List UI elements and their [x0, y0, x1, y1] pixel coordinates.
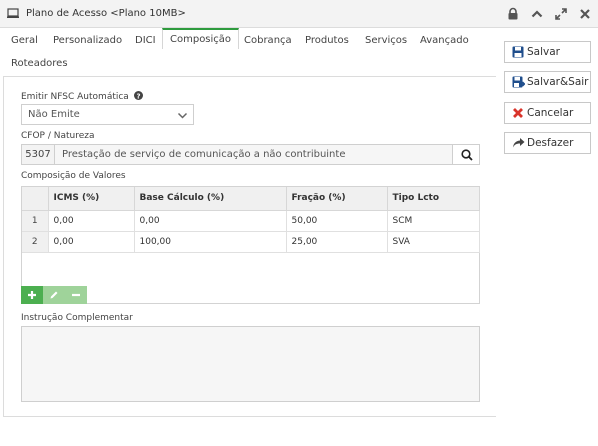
lock-icon[interactable] — [506, 7, 520, 21]
grid-header-fracao[interactable]: Fração (%) — [286, 187, 388, 211]
cell-icms[interactable]: 0,00 — [48, 210, 135, 232]
share-arrow-icon — [512, 137, 525, 152]
tab-produtos[interactable]: Produtos — [305, 30, 349, 51]
chevron-up-icon[interactable] — [530, 7, 544, 21]
tab-bar: Geral Personalizado DICI Composição Cobr… — [0, 28, 500, 76]
cancel-button[interactable]: Cancelar — [504, 102, 591, 124]
grid-header-rownum — [22, 187, 49, 211]
close-icon[interactable] — [578, 7, 592, 21]
nfsc-select-value: Não Emite — [28, 109, 80, 120]
grid-header-base[interactable]: Base Cálculo (%) — [134, 187, 287, 211]
window-titlebar: Plano de Acesso <Plano 10MB> — [0, 0, 598, 28]
monitor-icon — [7, 8, 19, 22]
save-button[interactable]: Salvar — [504, 41, 591, 63]
tab-personalizado[interactable]: Personalizado — [53, 30, 122, 51]
minus-icon — [72, 293, 80, 297]
floppy-icon — [512, 46, 524, 61]
row-number: 1 — [22, 210, 49, 232]
tab-roteadores[interactable]: Roteadores — [11, 53, 68, 74]
add-row-button[interactable] — [21, 286, 43, 304]
cfop-label: CFOP / Natureza — [21, 131, 95, 141]
tab-geral[interactable]: Geral — [11, 30, 38, 51]
composition-label: Composição de Valores — [21, 171, 126, 181]
edit-row-button[interactable] — [43, 286, 65, 304]
tab-servicos[interactable]: Serviços — [365, 30, 407, 51]
cell-icms[interactable]: 0,00 — [48, 231, 135, 253]
tab-cobranca[interactable]: Cobrança — [244, 30, 292, 51]
cell-fracao[interactable]: 25,00 — [286, 231, 388, 253]
search-icon — [461, 149, 473, 161]
instruction-textarea[interactable] — [21, 326, 480, 402]
cell-base[interactable]: 100,00 — [134, 231, 287, 253]
cancel-button-label: Cancelar — [527, 107, 574, 119]
window-title: Plano de Acesso <Plano 10MB> — [26, 8, 186, 19]
cfop-search-button[interactable] — [452, 144, 480, 165]
cell-tipo[interactable]: SVA — [387, 231, 480, 253]
cell-base[interactable]: 0,00 — [134, 210, 287, 232]
help-icon[interactable]: ? — [133, 91, 143, 103]
undo-button-label: Desfazer — [527, 137, 574, 149]
remove-row-button[interactable] — [65, 286, 87, 304]
row-number: 2 — [22, 231, 49, 253]
floppy-exit-icon — [512, 76, 526, 91]
tab-avancado[interactable]: Avançado — [420, 30, 469, 51]
svg-text:?: ? — [136, 92, 140, 100]
maximize-icon[interactable] — [554, 7, 568, 21]
cfop-description-field[interactable]: Prestação de serviço de comunicação a nã… — [54, 144, 453, 165]
cfop-code-field[interactable]: 5307 — [21, 144, 55, 165]
tab-dici[interactable]: DICI — [135, 30, 156, 51]
save-exit-button[interactable]: Salvar&Sair — [504, 71, 591, 93]
instruction-label: Instrução Complementar — [21, 313, 133, 323]
pencil-icon — [50, 291, 58, 299]
grid-header-tipo[interactable]: Tipo Lcto — [387, 187, 480, 211]
x-icon — [512, 107, 524, 122]
table-row[interactable]: 2 0,00 100,00 25,00 SVA — [22, 231, 480, 253]
plus-icon — [28, 291, 36, 299]
cell-fracao[interactable]: 50,00 — [286, 210, 388, 232]
chevron-down-icon — [177, 109, 188, 128]
table-row[interactable]: 1 0,00 0,00 50,00 SCM — [22, 210, 480, 232]
nfsc-select[interactable]: Não Emite — [21, 104, 194, 125]
nfsc-label: Emitir NFSC Automática ? — [21, 91, 143, 103]
composition-grid: ICMS (%) Base Cálculo (%) Fração (%) Tip… — [21, 186, 480, 304]
cell-tipo[interactable]: SCM — [387, 210, 480, 232]
undo-button[interactable]: Desfazer — [504, 132, 591, 154]
tab-composicao[interactable]: Composição — [162, 28, 240, 49]
grid-header-icms[interactable]: ICMS (%) — [48, 187, 135, 211]
save-button-label: Salvar — [527, 46, 560, 58]
grid-header-row: ICMS (%) Base Cálculo (%) Fração (%) Tip… — [22, 187, 480, 211]
save-exit-button-label: Salvar&Sair — [527, 76, 589, 88]
